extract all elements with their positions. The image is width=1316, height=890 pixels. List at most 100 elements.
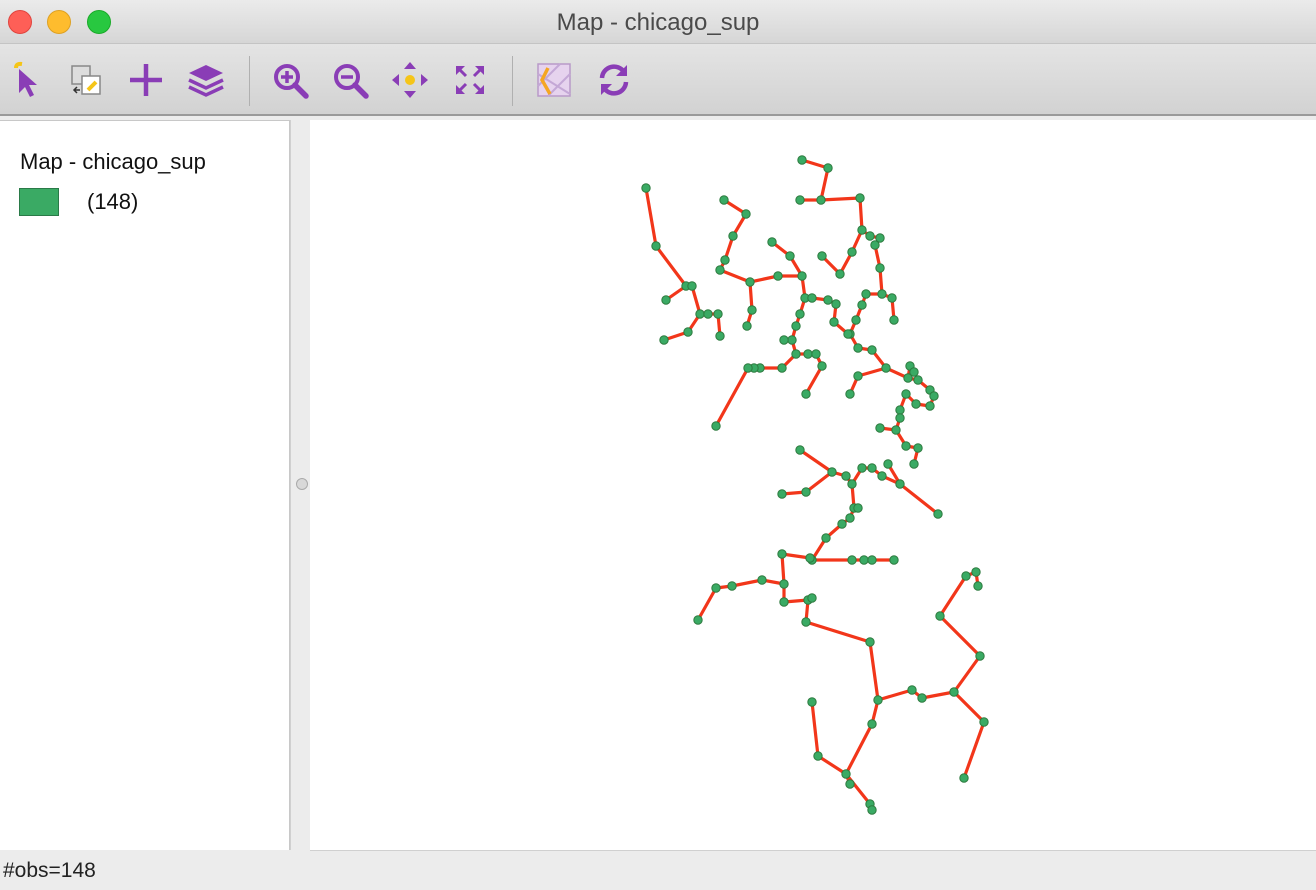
observation-point[interactable] [873, 695, 883, 705]
pan-button[interactable] [388, 58, 432, 102]
observation-point[interactable] [711, 421, 721, 431]
observation-point[interactable] [787, 335, 797, 345]
layers-button[interactable] [184, 58, 228, 102]
observation-point[interactable] [887, 293, 897, 303]
observation-point[interactable] [767, 237, 777, 247]
observation-point[interactable] [659, 335, 669, 345]
observation-point[interactable] [797, 155, 807, 165]
observation-point[interactable] [861, 289, 871, 299]
observation-point[interactable] [891, 425, 901, 435]
zoom-in-button[interactable] [268, 58, 312, 102]
observation-point[interactable] [867, 345, 877, 355]
observation-point[interactable] [901, 441, 911, 451]
observation-point[interactable] [813, 751, 823, 761]
observation-point[interactable] [917, 693, 927, 703]
observation-point[interactable] [823, 295, 833, 305]
legend-color-swatch[interactable] [19, 188, 59, 216]
observation-point[interactable] [807, 697, 817, 707]
observation-point[interactable] [811, 349, 821, 359]
observation-point[interactable] [847, 479, 857, 489]
observation-point[interactable] [719, 195, 729, 205]
observation-point[interactable] [801, 487, 811, 497]
observation-point[interactable] [683, 327, 693, 337]
observation-point[interactable] [889, 315, 899, 325]
observation-point[interactable] [695, 309, 705, 319]
observation-point[interactable] [933, 509, 943, 519]
observation-point[interactable] [817, 361, 827, 371]
observation-point[interactable] [720, 255, 730, 265]
observation-point[interactable] [979, 717, 989, 727]
observation-point[interactable] [851, 315, 861, 325]
observation-point[interactable] [821, 533, 831, 543]
observation-point[interactable] [693, 615, 703, 625]
observation-point[interactable] [816, 195, 826, 205]
observation-point[interactable] [913, 443, 923, 453]
observation-point[interactable] [743, 363, 753, 373]
observation-point[interactable] [823, 163, 833, 173]
observation-point[interactable] [773, 271, 783, 281]
observation-point[interactable] [975, 651, 985, 661]
observation-point[interactable] [853, 343, 863, 353]
observation-point[interactable] [661, 295, 671, 305]
observation-point[interactable] [867, 719, 877, 729]
observation-point[interactable] [913, 375, 923, 385]
observation-point[interactable] [925, 401, 935, 411]
observation-point[interactable] [881, 363, 891, 373]
observation-point[interactable] [715, 265, 725, 275]
observation-point[interactable] [827, 467, 837, 477]
observation-point[interactable] [795, 195, 805, 205]
observation-point[interactable] [973, 581, 983, 591]
observation-point[interactable] [777, 549, 787, 559]
observation-point[interactable] [713, 309, 723, 319]
observation-point[interactable] [779, 335, 789, 345]
observation-point[interactable] [867, 555, 877, 565]
observation-point[interactable] [909, 367, 919, 377]
panel-splitter[interactable] [290, 120, 310, 850]
observation-point[interactable] [875, 263, 885, 273]
observation-point[interactable] [727, 581, 737, 591]
observation-point[interactable] [895, 479, 905, 489]
observation-point[interactable] [867, 463, 877, 473]
observation-point[interactable] [907, 685, 917, 695]
observation-point[interactable] [835, 269, 845, 279]
observation-point[interactable] [847, 247, 857, 257]
observation-point[interactable] [867, 805, 877, 815]
observation-point[interactable] [857, 300, 867, 310]
observation-point[interactable] [841, 769, 851, 779]
observation-point[interactable] [757, 575, 767, 585]
observation-point[interactable] [741, 209, 751, 219]
zoom-out-button[interactable] [328, 58, 372, 102]
observation-point[interactable] [777, 363, 787, 373]
observation-point[interactable] [801, 617, 811, 627]
observation-point[interactable] [795, 445, 805, 455]
observation-point[interactable] [855, 193, 865, 203]
observation-point[interactable] [831, 299, 841, 309]
observation-point[interactable] [779, 579, 789, 589]
observation-point[interactable] [801, 389, 811, 399]
observation-point[interactable] [929, 391, 939, 401]
observation-point[interactable] [865, 231, 875, 241]
observation-point[interactable] [715, 331, 725, 341]
observation-point[interactable] [901, 389, 911, 399]
observation-point[interactable] [949, 687, 959, 697]
observation-point[interactable] [785, 251, 795, 261]
observation-point[interactable] [841, 471, 851, 481]
selection-mode-button[interactable] [64, 58, 108, 102]
add-layer-button[interactable] [124, 58, 168, 102]
observation-point[interactable] [847, 555, 857, 565]
observation-point[interactable] [870, 240, 880, 250]
observation-point[interactable] [837, 519, 847, 529]
observation-point[interactable] [745, 277, 755, 287]
observation-point[interactable] [728, 231, 738, 241]
observation-point[interactable] [865, 637, 875, 647]
observation-point[interactable] [883, 459, 893, 469]
observation-point[interactable] [687, 281, 697, 291]
observation-point[interactable] [895, 413, 905, 423]
fit-to-window-button[interactable] [448, 58, 492, 102]
observation-point[interactable] [807, 293, 817, 303]
observation-point[interactable] [829, 317, 839, 327]
observation-point[interactable] [807, 593, 817, 603]
observation-point[interactable] [797, 271, 807, 281]
observation-point[interactable] [961, 571, 971, 581]
observation-point[interactable] [853, 503, 863, 513]
